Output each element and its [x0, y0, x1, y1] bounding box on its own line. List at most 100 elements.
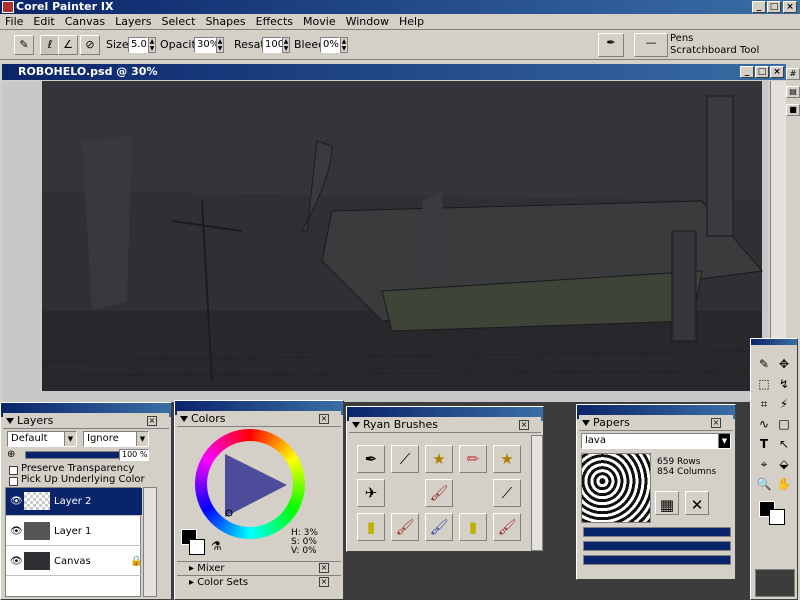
- visibility-eye-icon[interactable]: 👁: [10, 488, 23, 516]
- brushes-panel-title[interactable]: Ryan Brushes: [349, 417, 541, 433]
- make-paper-icon[interactable]: ✕: [685, 491, 709, 515]
- visibility-eye-icon[interactable]: 👁: [10, 518, 23, 546]
- paper-select[interactable]: lava ▼: [581, 433, 731, 449]
- clone-color-icon[interactable]: ⚗: [211, 539, 222, 553]
- layer-adjuster-icon[interactable]: ✥: [775, 355, 793, 373]
- grid-icon[interactable]: #: [786, 68, 800, 80]
- colors-panel-title[interactable]: Colors: [177, 411, 341, 427]
- doc-minimize-button[interactable]: _: [740, 66, 754, 78]
- invert-paper-icon[interactable]: ▦: [655, 491, 679, 515]
- layer-row-layer-2[interactable]: 👁 Layer 2: [6, 488, 142, 516]
- menu-window[interactable]: Window: [341, 14, 394, 29]
- tracing-icon[interactable]: ▤: [786, 86, 800, 98]
- grabber-icon[interactable]: ✋: [775, 475, 793, 493]
- brush-pen-icon[interactable]: ✒: [357, 445, 385, 473]
- menu-effects[interactable]: Effects: [251, 14, 298, 29]
- pick-up-underlying-checkbox[interactable]: [9, 477, 18, 486]
- opacity-spinner[interactable]: ▲ ▼: [216, 37, 224, 53]
- toolbox-header[interactable]: [751, 339, 797, 345]
- layers-close-icon[interactable]: ×: [147, 416, 157, 426]
- doc-close-button[interactable]: ×: [770, 66, 784, 78]
- additional-color-swatch[interactable]: [769, 509, 785, 525]
- dropper-icon[interactable]: ⌖: [755, 455, 773, 473]
- layers-panel-title[interactable]: Layers: [3, 413, 169, 429]
- opacity-field[interactable]: 30%: [194, 37, 219, 53]
- visibility-eye-icon[interactable]: 👁: [10, 548, 23, 576]
- brush-marker-icon[interactable]: ✏: [459, 445, 487, 473]
- text-icon[interactable]: T: [755, 435, 773, 453]
- brushes-close-icon[interactable]: ×: [519, 420, 529, 430]
- doc-maximize-button[interactable]: □: [755, 66, 769, 78]
- opacity-slider[interactable]: [25, 451, 121, 459]
- paper-contrast-slider[interactable]: [583, 541, 731, 551]
- papers-panel-title[interactable]: Papers: [579, 415, 733, 431]
- paint-bucket-icon[interactable]: ⬙: [775, 455, 793, 473]
- magnifier-icon[interactable]: 🔍: [755, 475, 773, 493]
- painting-canvas[interactable]: [2, 81, 768, 402]
- brush-airbrush-icon[interactable]: ✈: [357, 479, 385, 507]
- toolbox-library-strip[interactable]: [755, 569, 795, 597]
- menu-shapes[interactable]: Shapes: [200, 14, 250, 29]
- close-button[interactable]: ×: [783, 1, 797, 13]
- bleed-field[interactable]: 0%: [320, 37, 340, 53]
- menu-layers[interactable]: Layers: [110, 14, 156, 29]
- selection-adjuster-icon[interactable]: ↖: [775, 435, 793, 453]
- rectangular-selection-icon[interactable]: ⬚: [755, 375, 773, 393]
- paper-scale-slider[interactable]: [583, 527, 731, 537]
- menu-canvas[interactable]: Canvas: [60, 14, 110, 29]
- freehand-stroke-icon[interactable]: ℓ: [40, 35, 60, 55]
- color-sets-close-icon[interactable]: ×: [319, 577, 329, 587]
- minimize-button[interactable]: _: [752, 1, 766, 13]
- brush-variant-label[interactable]: Scratchboard Tool: [670, 45, 759, 57]
- hue-ring[interactable]: [195, 429, 305, 539]
- brush-palette-knife-icon[interactable]: 🖌: [493, 513, 521, 541]
- resat-field[interactable]: 100: [262, 37, 284, 53]
- layer-opacity-field[interactable]: 100 %: [119, 449, 149, 461]
- layer-row-canvas[interactable]: 👁 Canvas 🔒: [6, 548, 142, 576]
- brush-blender-icon[interactable]: ⟋: [493, 479, 521, 507]
- brush-acrylic-icon[interactable]: 🖌: [391, 513, 419, 541]
- straight-line-icon[interactable]: ∠: [58, 35, 78, 55]
- brush-tool-icon[interactable]: ✎: [14, 35, 34, 55]
- saturation-value-triangle[interactable]: [195, 429, 305, 539]
- magic-wand-icon[interactable]: ⚡: [775, 395, 793, 413]
- brush-pastel-icon[interactable]: ▮: [459, 513, 487, 541]
- brush-chalk-icon[interactable]: ▮: [357, 513, 385, 541]
- menu-movie[interactable]: Movie: [298, 14, 341, 29]
- brushes-scrollbar[interactable]: [531, 435, 543, 551]
- composite-method-select[interactable]: Default ▼: [7, 431, 77, 447]
- preserve-transparency-checkbox[interactable]: [9, 466, 18, 475]
- menu-file[interactable]: File: [0, 14, 28, 29]
- mixer-collapsed-panel[interactable]: ▸ Mixer: [177, 561, 341, 575]
- size-spinner[interactable]: ▲ ▼: [148, 37, 156, 53]
- paper-brightness-slider[interactable]: [583, 555, 731, 565]
- menu-help[interactable]: Help: [394, 14, 429, 29]
- color-sets-collapsed-panel[interactable]: ▸ Color Sets: [177, 575, 341, 589]
- rectangle-shape-icon[interactable]: □: [775, 415, 793, 433]
- brush-star-icon[interactable]: ★: [425, 445, 453, 473]
- brush-feather-icon[interactable]: ⟋: [391, 445, 419, 473]
- menu-edit[interactable]: Edit: [28, 14, 59, 29]
- layers-scrollbar[interactable]: [143, 487, 157, 597]
- brush-category-label[interactable]: Pens: [670, 33, 693, 45]
- size-field[interactable]: 5.0: [128, 37, 148, 53]
- maximize-button[interactable]: □: [767, 1, 781, 13]
- reset-brush-icon[interactable]: ⊘: [80, 35, 100, 55]
- brush-oil-icon[interactable]: 🖌: [425, 479, 453, 507]
- resat-spinner[interactable]: ▲ ▼: [282, 37, 290, 53]
- canvas-area[interactable]: [2, 81, 768, 402]
- pen-icon[interactable]: ∿: [755, 415, 773, 433]
- brush-variant-icon[interactable]: —: [634, 33, 668, 57]
- colors-close-icon[interactable]: ×: [319, 414, 329, 424]
- bleed-spinner[interactable]: ▲ ▼: [340, 37, 348, 53]
- brush-category-icon[interactable]: ✒: [598, 33, 624, 57]
- drawing-mode-icon[interactable]: ■: [786, 104, 800, 116]
- layer-lock-icon[interactable]: ⊕: [7, 449, 15, 460]
- brush-star-2-icon[interactable]: ★: [493, 445, 521, 473]
- brush-tool-icon[interactable]: ✎: [755, 355, 773, 373]
- secondary-color-swatch[interactable]: [189, 539, 205, 555]
- composite-depth-select[interactable]: Ignore ▼: [83, 431, 149, 447]
- lasso-icon[interactable]: ↯: [775, 375, 793, 393]
- layer-row-layer-1[interactable]: 👁 Layer 1: [6, 518, 142, 546]
- brush-water-icon[interactable]: 🖌: [425, 513, 453, 541]
